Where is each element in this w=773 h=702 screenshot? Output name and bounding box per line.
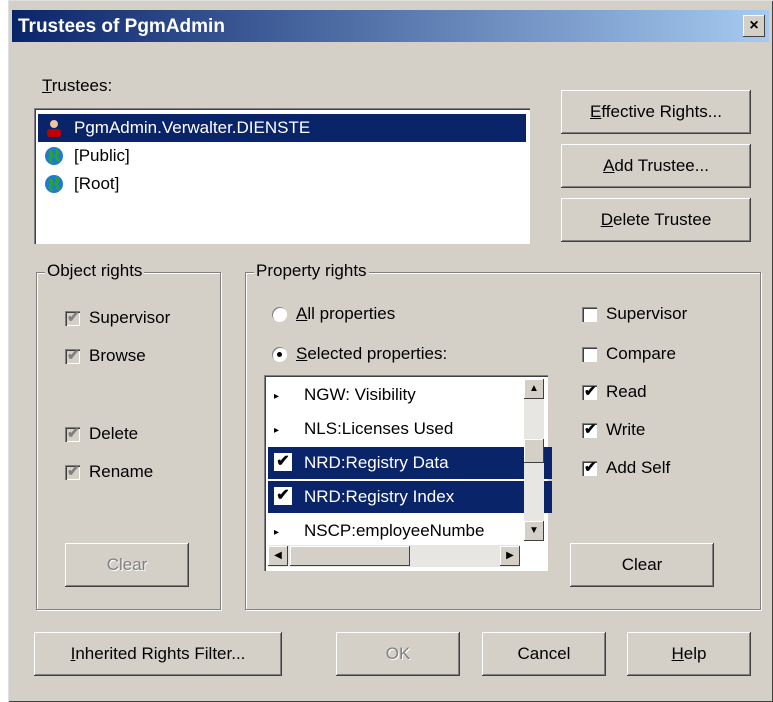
scroll-left-icon[interactable]: ◀: [268, 546, 288, 566]
property-item[interactable]: ✔ NRD:Registry Data: [268, 447, 552, 479]
trustees-label: Trustees:: [42, 76, 113, 95]
property-item[interactable]: ▸ NLS:Licenses Used: [268, 413, 552, 445]
cancel-button[interactable]: Cancel: [482, 632, 606, 676]
effective-rights-button[interactable]: Effective Rights...: [561, 90, 751, 134]
trustee-item[interactable]: [Public]: [38, 142, 526, 170]
scroll-right-icon[interactable]: ▶: [500, 546, 520, 566]
inherited-rights-filter-button[interactable]: Inherited Rights Filter...: [34, 632, 282, 676]
property-item[interactable]: ▸ NSCP:employeeNumbe: [268, 515, 552, 547]
user-icon: [47, 120, 61, 137]
scroll-thumb[interactable]: [524, 439, 544, 463]
clear-property-button[interactable]: Clear: [570, 543, 714, 587]
trustees-list[interactable]: PgmAdmin.Verwalter.DIENSTE [Public] [Roo…: [34, 108, 530, 244]
scroll-up-icon[interactable]: ▲: [524, 379, 544, 399]
vertical-scrollbar[interactable]: ▲ ▼: [524, 379, 544, 541]
property-rights-title: Property rights: [254, 261, 369, 281]
trustee-name: [Root]: [74, 174, 120, 193]
object-rights-group: Object rights ✔ Supervisor ✔ Browse ✔ Delet…: [36, 261, 221, 610]
trustee-name: [Public]: [74, 146, 130, 165]
delete-trustee-button[interactable]: Delete Trustee: [561, 198, 751, 242]
window-title: Trustees of PgmAdmin: [18, 16, 225, 37]
properties-list[interactable]: ▸ NGW: Visibility ▸ NLS:Licenses Used ✔ NRD…: [264, 375, 552, 571]
hscroll-thumb[interactable]: [290, 546, 410, 566]
property-item[interactable]: ▸ NGW: Visibility: [268, 379, 552, 411]
property-item[interactable]: ✔ NRD:Registry Index: [268, 481, 552, 513]
clear-object-button[interactable]: Clear: [65, 543, 189, 587]
trustee-item[interactable]: PgmAdmin.Verwalter.DIENSTE: [38, 114, 526, 142]
scroll-down-icon[interactable]: ▼: [524, 521, 544, 541]
object-rights-title: Object rights: [45, 261, 145, 281]
help-button[interactable]: Help: [627, 632, 751, 676]
add-trustee-button[interactable]: Add Trustee...: [561, 144, 751, 188]
trustee-item[interactable]: [Root]: [38, 170, 526, 198]
horizontal-scrollbar[interactable]: ◀ ▶: [268, 545, 520, 567]
trustee-name: PgmAdmin.Verwalter.DIENSTE: [74, 118, 311, 137]
close-button[interactable]: ×: [743, 15, 765, 37]
trustees-dialog: Trustees of PgmAdmin × Trustees: PgmAdmi…: [8, 0, 773, 702]
globe-icon: [45, 147, 63, 165]
title-bar: Trustees of PgmAdmin ×: [12, 10, 769, 42]
globe-icon: [45, 175, 63, 193]
ok-button[interactable]: OK: [336, 632, 460, 676]
property-rights-group: Property rights All properties Selected …: [245, 261, 761, 610]
